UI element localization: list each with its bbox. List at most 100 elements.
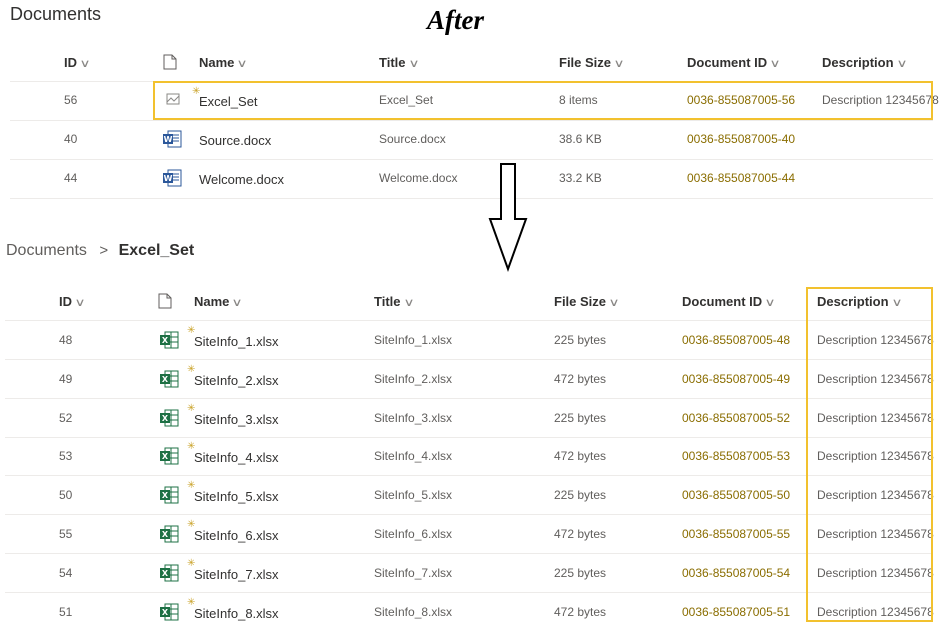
column-header-description[interactable]: Description ∨ bbox=[822, 55, 908, 70]
chevron-down-icon: ∨ bbox=[895, 58, 908, 70]
breadcrumb-current: Excel_Set bbox=[118, 242, 195, 259]
item-size: 38.6 KB bbox=[559, 132, 602, 146]
column-header-id[interactable]: ID ∨ bbox=[64, 55, 91, 70]
item-title: SiteInfo_3.xlsx bbox=[374, 411, 453, 425]
divider bbox=[10, 198, 933, 199]
row-id: 44 bbox=[64, 171, 78, 185]
chevron-down-icon: ∨ bbox=[769, 58, 781, 70]
highlight-box-description-column bbox=[806, 287, 933, 622]
svg-text:X: X bbox=[162, 530, 169, 539]
document-id-link[interactable]: 0036-855087005-52 bbox=[682, 411, 790, 425]
excel-icon: X bbox=[159, 486, 179, 509]
document-id-link[interactable]: 0036-855087005-50 bbox=[682, 488, 790, 502]
svg-text:X: X bbox=[162, 336, 169, 345]
item-title: Source.docx bbox=[379, 132, 446, 146]
svg-text:W: W bbox=[164, 174, 173, 183]
highlight-box-excel-set-row bbox=[153, 81, 933, 120]
chevron-down-icon: ∨ bbox=[402, 297, 415, 309]
item-title: Welcome.docx bbox=[379, 171, 458, 185]
document-id-link[interactable]: 0036-855087005-55 bbox=[682, 527, 790, 541]
breadcrumb-root-link[interactable]: Documents bbox=[6, 242, 87, 259]
column-header-id[interactable]: ID ∨ bbox=[59, 294, 86, 309]
svg-text:X: X bbox=[162, 375, 169, 384]
document-id-link[interactable]: 0036-855087005-48 bbox=[682, 333, 790, 347]
document-id-link[interactable]: 0036-855087005-53 bbox=[682, 449, 790, 463]
after-annotation: After bbox=[427, 5, 484, 35]
column-header-file-size[interactable]: File Size ∨ bbox=[559, 55, 625, 70]
chevron-down-icon: ∨ bbox=[79, 58, 91, 70]
item-title: SiteInfo_7.xlsx bbox=[374, 566, 453, 580]
svg-text:X: X bbox=[162, 452, 169, 461]
item-name-link[interactable]: SiteInfo_5.xlsx bbox=[194, 489, 279, 504]
item-name-link[interactable]: SiteInfo_3.xlsx bbox=[194, 412, 279, 427]
row-id: 54 bbox=[59, 566, 73, 580]
row-id: 52 bbox=[59, 411, 73, 425]
excel-icon: X bbox=[159, 447, 179, 470]
item-name-link[interactable]: SiteInfo_4.xlsx bbox=[194, 450, 279, 465]
item-name-link[interactable]: Source.docx bbox=[199, 133, 271, 148]
item-size: 33.2 KB bbox=[559, 171, 602, 185]
item-name-link[interactable]: SiteInfo_7.xlsx bbox=[194, 567, 279, 582]
breadcrumb-separator: > bbox=[99, 242, 109, 259]
table-row[interactable]: 51 X ✳ SiteInfo_8.xlsx SiteInfo_8.xlsx 472 by… bbox=[5, 593, 934, 631]
item-size: 225 bytes bbox=[554, 566, 607, 580]
table-row[interactable]: 44 W Welcome.docx Welcome.docx 33.2 KB 0… bbox=[10, 160, 933, 198]
row-id: 40 bbox=[64, 132, 78, 146]
excel-icon: X bbox=[159, 525, 179, 548]
column-header-title[interactable]: Title ∨ bbox=[379, 55, 420, 70]
item-name-link[interactable]: SiteInfo_1.xlsx bbox=[194, 334, 279, 349]
document-id-link[interactable]: 0036-855087005-40 bbox=[687, 132, 795, 146]
item-title: SiteInfo_4.xlsx bbox=[374, 449, 453, 463]
row-id: 53 bbox=[59, 449, 73, 463]
table-row[interactable]: 53 X ✳ SiteInfo_4.xlsx SiteInfo_4.xlsx 472 by… bbox=[5, 437, 934, 475]
table-row[interactable]: 40 W Source.docx Source.docx 38.6 KB 003… bbox=[10, 121, 933, 159]
column-header-document-id[interactable]: Document ID ∨ bbox=[687, 55, 781, 70]
word-icon: W bbox=[162, 130, 182, 153]
item-name-link[interactable]: SiteInfo_8.xlsx bbox=[194, 606, 279, 621]
item-size: 225 bytes bbox=[554, 411, 607, 425]
column-header-name[interactable]: Name ∨ bbox=[194, 294, 244, 309]
row-id: 50 bbox=[59, 488, 73, 502]
file-type-header-icon[interactable] bbox=[158, 293, 172, 314]
column-header-name[interactable]: Name ∨ bbox=[199, 55, 249, 70]
document-id-link[interactable]: 0036-855087005-44 bbox=[687, 171, 795, 185]
down-arrow-icon bbox=[488, 163, 528, 278]
table-row[interactable]: 55 X ✳ SiteInfo_6.xlsx SiteInfo_6.xlsx 472 by… bbox=[5, 515, 934, 553]
excel-icon: X bbox=[159, 370, 179, 393]
document-id-link[interactable]: 0036-855087005-49 bbox=[682, 372, 790, 386]
column-header-title[interactable]: Title ∨ bbox=[374, 294, 415, 309]
document-id-link[interactable]: 0036-855087005-54 bbox=[682, 566, 790, 580]
table-row[interactable]: 50 X ✳ SiteInfo_5.xlsx SiteInfo_5.xlsx 225 by… bbox=[5, 476, 934, 514]
chevron-down-icon: ∨ bbox=[613, 58, 625, 70]
word-icon: W bbox=[162, 169, 182, 192]
column-header-file-size[interactable]: File Size ∨ bbox=[554, 294, 620, 309]
item-name-link[interactable]: Welcome.docx bbox=[199, 172, 284, 187]
chevron-down-icon: ∨ bbox=[236, 58, 249, 70]
chevron-down-icon: ∨ bbox=[231, 297, 244, 309]
excel-icon: X bbox=[159, 564, 179, 587]
table-row[interactable]: 54 X ✳ SiteInfo_7.xlsx SiteInfo_7.xlsx 225 by… bbox=[5, 554, 934, 592]
row-id: 51 bbox=[59, 605, 73, 619]
chevron-down-icon: ∨ bbox=[74, 297, 86, 309]
chevron-down-icon: ∨ bbox=[764, 297, 776, 309]
column-header-document-id[interactable]: Document ID ∨ bbox=[682, 294, 776, 309]
excel-icon: X bbox=[159, 409, 179, 432]
file-type-header-icon[interactable] bbox=[163, 54, 177, 75]
item-size: 472 bytes bbox=[554, 449, 607, 463]
item-name-link[interactable]: SiteInfo_2.xlsx bbox=[194, 373, 279, 388]
excel-icon: X bbox=[159, 603, 179, 626]
item-title: SiteInfo_2.xlsx bbox=[374, 372, 453, 386]
item-name-link[interactable]: SiteInfo_6.xlsx bbox=[194, 528, 279, 543]
chevron-down-icon: ∨ bbox=[407, 58, 420, 70]
table-row[interactable]: 52 X ✳ SiteInfo_3.xlsx SiteInfo_3.xlsx 225 by… bbox=[5, 399, 934, 437]
item-size: 225 bytes bbox=[554, 488, 607, 502]
item-size: 472 bytes bbox=[554, 527, 607, 541]
table-row[interactable]: 49 X ✳ SiteInfo_2.xlsx SiteInfo_2.xlsx 472 by… bbox=[5, 360, 934, 398]
table-row[interactable]: 48 X ✳ SiteInfo_1.xlsx SiteInfo_1.xlsx 225 by… bbox=[5, 321, 934, 359]
item-title: SiteInfo_8.xlsx bbox=[374, 605, 453, 619]
chevron-down-icon: ∨ bbox=[608, 297, 620, 309]
document-id-link[interactable]: 0036-855087005-51 bbox=[682, 605, 790, 619]
item-title: SiteInfo_6.xlsx bbox=[374, 527, 453, 541]
svg-text:X: X bbox=[162, 569, 169, 578]
svg-text:W: W bbox=[164, 135, 173, 144]
